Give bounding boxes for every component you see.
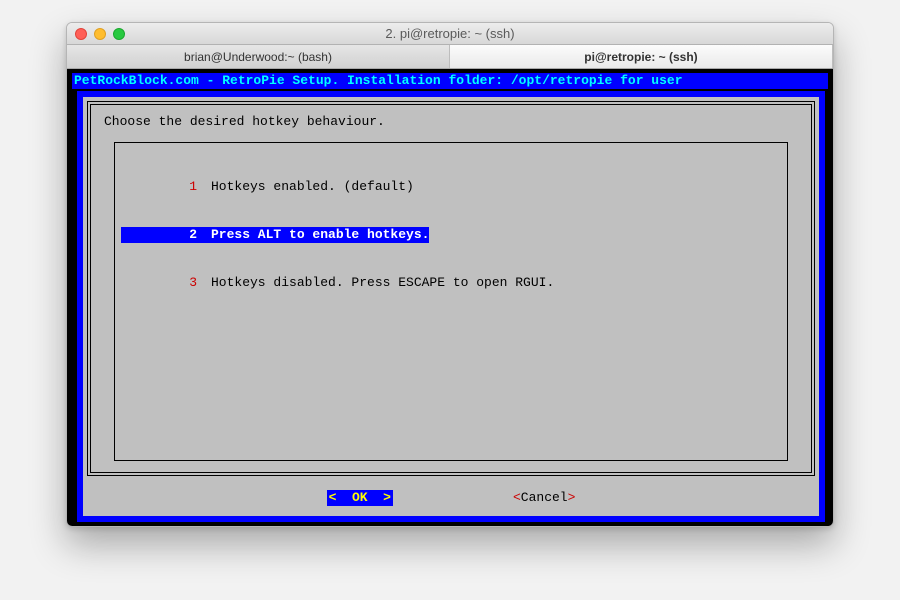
dialog-backdrop: Choose the desired hotkey behaviour. 1 H…	[77, 91, 825, 522]
option-label: Hotkeys enabled. (default)	[211, 179, 414, 195]
option-row[interactable]: 3 Hotkeys disabled. Press ESCAPE to open…	[121, 275, 781, 291]
tab-bar: brian@Underwood:~ (bash) pi@retropie: ~ …	[67, 45, 833, 69]
dialog-prompt: Choose the desired hotkey behaviour.	[104, 114, 800, 130]
option-row-selected[interactable]: 2 Press ALT to enable hotkeys.	[121, 227, 781, 243]
dialog-box: Choose the desired hotkey behaviour. 1 H…	[83, 97, 819, 516]
titlebar: 2. pi@retropie: ~ (ssh)	[67, 23, 833, 45]
terminal-window: 2. pi@retropie: ~ (ssh) brian@Underwood:…	[66, 22, 834, 527]
cancel-label: Cancel	[521, 490, 568, 505]
dialog-buttons: < OK > <Cancel>	[83, 490, 819, 506]
tab-bash[interactable]: brian@Underwood:~ (bash)	[67, 45, 450, 68]
options-list: 1 Hotkeys enabled. (default) 2 Press ALT…	[115, 143, 787, 327]
banner-text: PetRockBlock.com - RetroPie Setup. Insta…	[72, 73, 828, 89]
option-row[interactable]: 1 Hotkeys enabled. (default)	[121, 179, 781, 195]
cancel-button[interactable]: <Cancel>	[513, 490, 575, 506]
option-label: Hotkeys disabled. Press ESCAPE to open R…	[211, 275, 554, 291]
tab-ssh[interactable]: pi@retropie: ~ (ssh)	[450, 45, 833, 68]
tab-label: brian@Underwood:~ (bash)	[184, 50, 332, 64]
window-title: 2. pi@retropie: ~ (ssh)	[67, 26, 833, 41]
angle-open: <	[513, 490, 521, 505]
option-number: 3	[121, 275, 211, 291]
angle-close: >	[568, 490, 576, 505]
ok-button[interactable]: < OK >	[327, 490, 393, 506]
option-label: Press ALT to enable hotkeys.	[211, 227, 429, 243]
options-frame: 1 Hotkeys enabled. (default) 2 Press ALT…	[114, 142, 788, 461]
option-number: 1	[121, 179, 211, 195]
dialog-frame: Choose the desired hotkey behaviour. 1 H…	[87, 101, 815, 476]
option-number: 2	[121, 227, 211, 243]
terminal-viewport: PetRockBlock.com - RetroPie Setup. Insta…	[67, 69, 833, 527]
tab-label: pi@retropie: ~ (ssh)	[584, 50, 697, 64]
